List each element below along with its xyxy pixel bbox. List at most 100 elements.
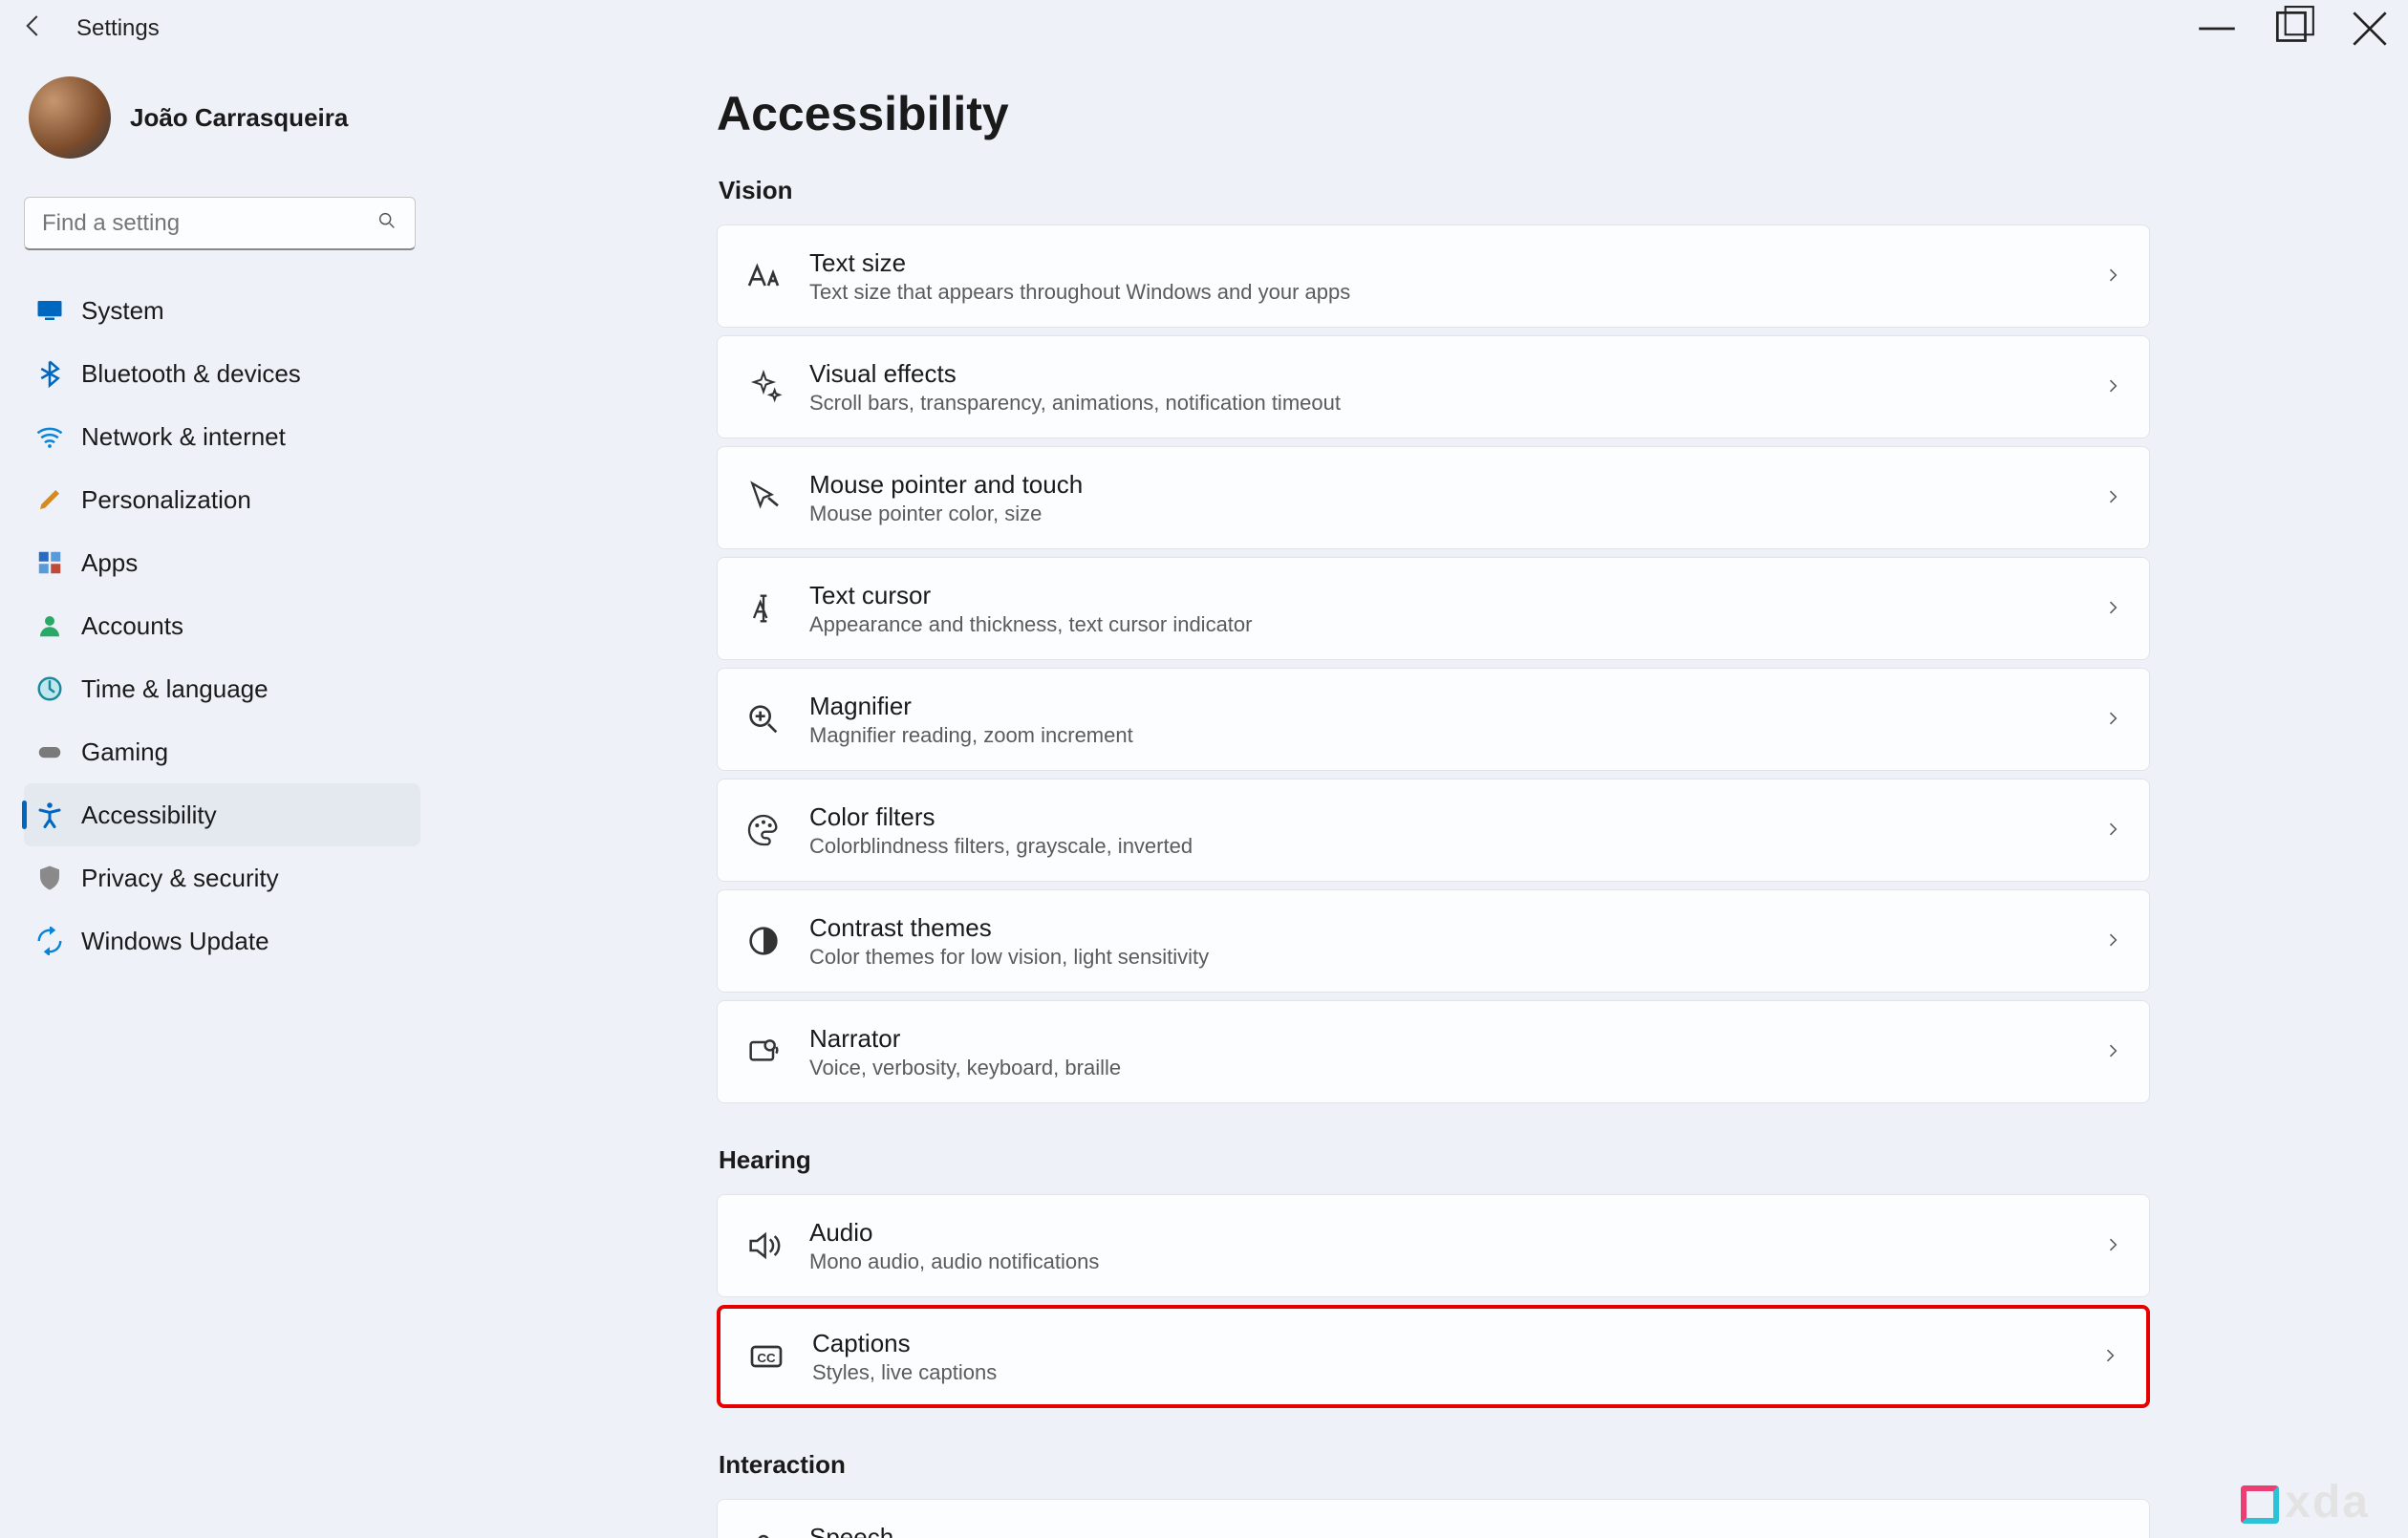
paintbrush-icon <box>35 485 64 514</box>
card-description: Mouse pointer color, size <box>809 502 2103 526</box>
nav-item-label: Network & internet <box>81 422 286 452</box>
back-button[interactable] <box>19 11 48 47</box>
gamepad-icon <box>35 737 64 766</box>
card-description: Text size that appears throughout Window… <box>809 280 2103 305</box>
card-title: Magnifier <box>809 692 2103 721</box>
nav-item-update[interactable]: Windows Update <box>24 909 420 972</box>
user-profile[interactable]: João Carrasqueira <box>24 76 420 159</box>
chevron-right-icon <box>2103 1231 2122 1261</box>
contrast-icon <box>744 922 783 960</box>
chevron-right-icon <box>2103 594 2122 624</box>
shield-icon <box>35 864 64 892</box>
apps-icon <box>35 548 64 577</box>
nav-item-privacy[interactable]: Privacy & security <box>24 846 420 909</box>
nav-item-bluetooth[interactable]: Bluetooth & devices <box>24 342 420 405</box>
chevron-right-icon <box>2103 927 2122 956</box>
card-description: Mono audio, audio notifications <box>809 1250 2103 1274</box>
nav-item-time[interactable]: Time & language <box>24 657 420 720</box>
bluetooth-icon <box>35 359 64 388</box>
card-title: Contrast themes <box>809 913 2103 943</box>
setting-card-audio[interactable]: AudioMono audio, audio notifications <box>717 1194 2150 1297</box>
nav-item-accounts[interactable]: Accounts <box>24 594 420 657</box>
setting-card-contrast[interactable]: Contrast themesColor themes for low visi… <box>717 889 2150 993</box>
cc-icon: CC <box>747 1337 785 1376</box>
maximize-button[interactable] <box>2255 5 2332 53</box>
nav-item-label: Accessibility <box>81 801 217 830</box>
monitor-icon <box>35 296 64 325</box>
close-button[interactable] <box>2332 5 2408 53</box>
card-title: Mouse pointer and touch <box>809 470 2103 500</box>
setting-card-mouse[interactable]: Mouse pointer and touchMouse pointer col… <box>717 446 2150 549</box>
nav-item-label: System <box>81 296 164 326</box>
wifi-icon <box>35 422 64 451</box>
nav-item-accessibility[interactable]: Accessibility <box>24 783 420 846</box>
setting-card-textcursor[interactable]: Text cursorAppearance and thickness, tex… <box>717 557 2150 660</box>
chevron-right-icon <box>2103 816 2122 845</box>
nav-item-label: Personalization <box>81 485 251 515</box>
microphone-icon <box>744 1531 783 1538</box>
nav-item-label: Apps <box>81 548 138 578</box>
clock-globe-icon <box>35 674 64 703</box>
card-title: Color filters <box>809 802 2103 832</box>
section-header-vision: Vision <box>719 176 2408 205</box>
nav-item-personalization[interactable]: Personalization <box>24 468 420 531</box>
card-description: Magnifier reading, zoom increment <box>809 723 2103 748</box>
speaker-icon <box>744 1227 783 1265</box>
card-description: Appearance and thickness, text cursor in… <box>809 612 2103 637</box>
setting-card-visualfx[interactable]: Visual effectsScroll bars, transparency,… <box>717 335 2150 438</box>
avatar <box>29 76 111 159</box>
nav-item-label: Time & language <box>81 674 269 704</box>
chevron-right-icon <box>2103 1037 2122 1067</box>
update-icon <box>35 927 64 955</box>
page-title: Accessibility <box>717 86 2408 141</box>
text-cursor-icon <box>744 589 783 628</box>
setting-card-speech[interactable]: SpeechVoice access, voice typing, Window… <box>717 1499 2150 1538</box>
sidebar: João Carrasqueira System Bluetooth & devi… <box>0 57 430 1538</box>
nav-item-label: Bluetooth & devices <box>81 359 301 389</box>
search-icon <box>376 208 398 238</box>
card-title: Narrator <box>809 1024 2103 1054</box>
cursor-icon <box>744 479 783 517</box>
chevron-right-icon <box>2103 262 2122 291</box>
main-content: Accessibility Vision Text sizeText size t… <box>430 57 2408 1538</box>
nav-item-label: Windows Update <box>81 927 269 956</box>
chevron-right-icon <box>2103 705 2122 735</box>
titlebar: Settings <box>0 0 2408 57</box>
nav-item-system[interactable]: System <box>24 279 420 342</box>
nav-item-network[interactable]: Network & internet <box>24 405 420 468</box>
setting-card-captions[interactable]: CC CaptionsStyles, live captions <box>717 1305 2150 1408</box>
minimize-button[interactable] <box>2179 5 2255 53</box>
card-title: Visual effects <box>809 359 2103 389</box>
chevron-right-icon <box>2103 483 2122 513</box>
setting-card-textsize[interactable]: Text sizeText size that appears througho… <box>717 224 2150 328</box>
card-title: Captions <box>812 1329 2100 1358</box>
accessibility-icon <box>35 801 64 829</box>
nav-item-label: Accounts <box>81 611 183 641</box>
section-header-interaction: Interaction <box>719 1450 2408 1480</box>
setting-card-colorfilters[interactable]: Color filtersColorblindness filters, gra… <box>717 779 2150 882</box>
section-header-hearing: Hearing <box>719 1145 2408 1175</box>
setting-card-magnifier[interactable]: MagnifierMagnifier reading, zoom increme… <box>717 668 2150 771</box>
nav-item-gaming[interactable]: Gaming <box>24 720 420 783</box>
user-name: João Carrasqueira <box>130 103 348 133</box>
sparkle-icon <box>744 368 783 406</box>
nav-item-label: Gaming <box>81 737 168 767</box>
watermark-logo: xda <box>2241 1476 2370 1528</box>
chevron-right-icon <box>2103 373 2122 402</box>
nav-item-apps[interactable]: Apps <box>24 531 420 594</box>
card-title: Text size <box>809 248 2103 278</box>
window-title: Settings <box>76 15 160 42</box>
search-input[interactable] <box>42 210 376 237</box>
card-description: Color themes for low vision, light sensi… <box>809 945 2103 970</box>
card-title: Audio <box>809 1218 2103 1248</box>
card-title: Text cursor <box>809 581 2103 610</box>
search-box[interactable] <box>24 197 416 250</box>
text-size-icon <box>744 257 783 295</box>
palette-icon <box>744 811 783 849</box>
card-description: Colorblindness filters, grayscale, inver… <box>809 834 2103 859</box>
chevron-right-icon <box>2100 1342 2119 1372</box>
setting-card-narrator[interactable]: NarratorVoice, verbosity, keyboard, brai… <box>717 1000 2150 1103</box>
card-description: Styles, live captions <box>812 1360 2100 1385</box>
person-icon <box>35 611 64 640</box>
card-title: Speech <box>809 1523 2103 1538</box>
